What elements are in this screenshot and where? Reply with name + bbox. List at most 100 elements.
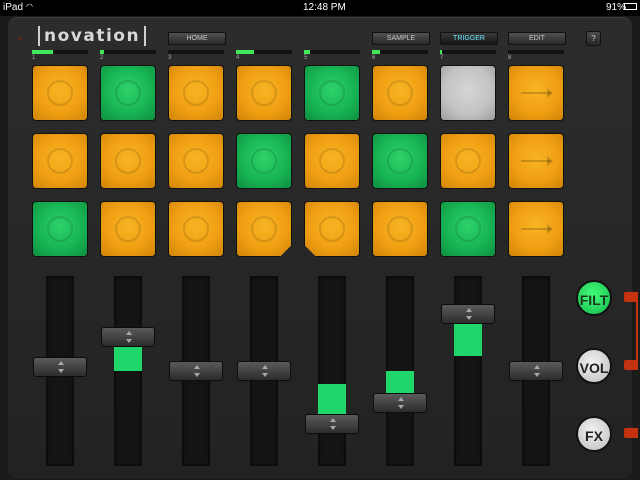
channel-number: 7 xyxy=(440,55,444,61)
edit-button[interactable]: EDIT xyxy=(508,32,566,45)
pad-r3-c6[interactable] xyxy=(372,201,428,257)
level-fill xyxy=(100,50,105,54)
down-arrow-icon xyxy=(126,338,132,343)
loop-icon xyxy=(251,80,277,106)
pad-r2-c8[interactable] xyxy=(508,133,564,189)
fader-handle-1[interactable] xyxy=(33,357,87,378)
level-fill xyxy=(236,50,254,54)
up-arrow-icon xyxy=(126,330,132,335)
loop-icon xyxy=(115,216,141,242)
loop-icon xyxy=(183,80,209,106)
pad-r3-c5[interactable] xyxy=(304,201,360,257)
loop-icon xyxy=(387,80,413,106)
up-arrow-icon xyxy=(534,365,540,369)
sample-button[interactable]: SAMPLE xyxy=(372,32,430,45)
channel-meter-5: 5 xyxy=(304,50,360,62)
pad-r2-c6[interactable] xyxy=(372,133,428,189)
pad-r1-c1[interactable] xyxy=(32,65,88,121)
loop-icon xyxy=(115,80,141,106)
level-meter xyxy=(304,50,360,54)
fader-handle-2[interactable] xyxy=(101,326,155,347)
level-meter xyxy=(440,50,496,54)
down-arrow-icon xyxy=(262,373,268,377)
channel-meter-4: 4 xyxy=(236,50,292,62)
down-arrow-icon xyxy=(330,426,336,431)
loop-icon xyxy=(455,148,481,174)
clock: 12:48 PM xyxy=(303,2,346,13)
pad-r2-c5[interactable] xyxy=(304,133,360,189)
loop-icon xyxy=(455,216,481,242)
filter-mode-button[interactable]: FILT xyxy=(576,280,612,316)
channel-number: 2 xyxy=(100,55,104,61)
channel-number: 3 xyxy=(168,55,172,61)
pad-r2-c7[interactable] xyxy=(440,133,496,189)
fader-track-2[interactable] xyxy=(114,276,142,466)
level-meter xyxy=(32,50,88,54)
fader-handle-4[interactable] xyxy=(237,361,291,381)
down-arrow-icon xyxy=(466,316,472,320)
up-arrow-icon xyxy=(466,308,472,312)
up-arrow-icon xyxy=(330,418,336,423)
pad-r2-c1[interactable] xyxy=(32,133,88,189)
pad-r3-c2[interactable] xyxy=(100,201,156,257)
fader-handle-6[interactable] xyxy=(373,393,427,414)
pad-r1-c8[interactable] xyxy=(508,65,564,121)
up-arrow-icon xyxy=(58,361,64,366)
pad-r1-c4[interactable] xyxy=(236,65,292,121)
down-arrow-icon xyxy=(58,369,64,374)
loop-icon xyxy=(47,148,73,174)
channel-number: 1 xyxy=(32,55,36,61)
pad-r2-c4[interactable] xyxy=(236,133,292,189)
pad-r3-c7[interactable] xyxy=(440,201,496,257)
fader-handle-7[interactable] xyxy=(441,304,495,324)
channel-meter-6: 6 xyxy=(372,50,428,62)
side-tab-fx[interactable] xyxy=(624,428,638,438)
wifi-icon: ◠ xyxy=(26,2,33,11)
channel-meter-1: 1 xyxy=(32,50,88,62)
loop-icon xyxy=(387,216,413,242)
fader-handle-8[interactable] xyxy=(509,361,563,381)
pad-r2-c3[interactable] xyxy=(168,133,224,189)
loop-icon xyxy=(387,148,413,174)
down-arrow-icon xyxy=(194,373,200,377)
fx-mode-button[interactable]: FX xyxy=(576,416,612,452)
level-fill xyxy=(372,50,380,54)
down-arrow-icon xyxy=(534,373,540,377)
novation-logo: novation xyxy=(37,26,147,46)
pad-r1-c3[interactable] xyxy=(168,65,224,121)
pad-r3-c8[interactable] xyxy=(508,201,564,257)
home-button[interactable]: HOME xyxy=(168,32,226,45)
level-meter xyxy=(100,50,156,54)
up-arrow-icon xyxy=(398,397,404,402)
power-led xyxy=(18,37,21,40)
down-arrow-icon xyxy=(398,405,404,410)
side-connector xyxy=(636,298,638,364)
pad-r1-c7[interactable] xyxy=(440,65,496,121)
channel-meter-8: 8 xyxy=(508,50,564,62)
loop-icon xyxy=(183,216,209,242)
channel-meter-3: 3 xyxy=(168,50,224,62)
channel-meter-7: 7 xyxy=(440,50,496,62)
trigger-button[interactable]: TRIGGER xyxy=(440,32,498,45)
fader-handle-3[interactable] xyxy=(169,361,223,381)
pad-r3-c3[interactable] xyxy=(168,201,224,257)
loop-icon xyxy=(115,148,141,174)
battery-percent: 91% xyxy=(606,2,627,13)
channel-number: 5 xyxy=(304,55,308,61)
pad-r1-c6[interactable] xyxy=(372,65,428,121)
pad-r2-c2[interactable] xyxy=(100,133,156,189)
loop-icon xyxy=(319,216,345,242)
pad-r3-c4[interactable] xyxy=(236,201,292,257)
pad-r1-c5[interactable] xyxy=(304,65,360,121)
loop-icon xyxy=(251,216,277,242)
level-fill xyxy=(32,50,54,54)
fader-track-5[interactable] xyxy=(318,276,346,466)
loop-icon xyxy=(319,148,345,174)
pad-r3-c1[interactable] xyxy=(32,201,88,257)
help-button[interactable]: ? xyxy=(586,31,601,46)
pad-r1-c2[interactable] xyxy=(100,65,156,121)
volume-mode-button[interactable]: VOL xyxy=(576,348,612,384)
channel-number: 8 xyxy=(508,55,512,61)
fader-handle-5[interactable] xyxy=(305,414,359,435)
level-fill xyxy=(304,50,310,54)
